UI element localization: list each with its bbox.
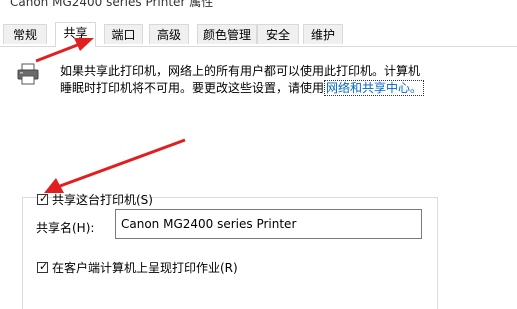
render-jobs-checkbox[interactable]: ✓: [37, 260, 49, 273]
render-jobs-label: 在客户端计算机上呈现打印作业(R): [52, 261, 238, 275]
description-line-2-text: 睡眠时打印机将不可用。要更改这些设置，请使用: [60, 81, 325, 95]
share-name-label: 共享名(H):: [36, 221, 95, 235]
tab-general[interactable]: 常规: [3, 24, 47, 44]
printer-icon: [17, 63, 39, 85]
window-title: Canon MG2400 series Printer 属性: [10, 0, 214, 9]
tab-ports[interactable]: 端口: [104, 24, 143, 44]
tab-color-management[interactable]: 颜色管理: [197, 24, 257, 44]
description-line-1: 如果共享此打印机，网络上的所有用户都可以使用此打印机。计算机: [60, 64, 421, 78]
network-sharing-center-link[interactable]: 网络和共享中心。: [324, 80, 425, 96]
sharing-description: 如果共享此打印机，网络上的所有用户都可以使用此打印机。计算机 睡眠时打印机将不可…: [60, 63, 500, 97]
render-jobs-checkbox-row[interactable]: ✓ 在客户端计算机上呈现打印作业(R): [37, 259, 238, 276]
share-printer-checkbox[interactable]: ✓: [37, 192, 49, 205]
share-name-input[interactable]: Canon MG2400 series Printer: [115, 209, 422, 239]
tab-advanced[interactable]: 高级: [149, 24, 189, 44]
share-printer-checkbox-row[interactable]: ✓ 共享这台打印机(S): [37, 191, 153, 208]
tab-sharing[interactable]: 共享: [55, 22, 96, 47]
description-line-2: 睡眠时打印机将不可用。要更改这些设置，请使用 网络和共享中心。: [60, 80, 500, 97]
checkmark-icon: ✓: [39, 192, 49, 205]
tab-security[interactable]: 安全: [257, 24, 299, 44]
checkmark-icon: ✓: [39, 260, 49, 273]
share-printer-label: 共享这台打印机(S): [52, 193, 153, 207]
window-title-bar: Canon MG2400 series Printer 属性: [0, 0, 517, 10]
tab-maintenance[interactable]: 维护: [303, 24, 343, 44]
tab-strip: 常规 共享 端口 高级 颜色管理 安全 维护: [0, 22, 517, 47]
